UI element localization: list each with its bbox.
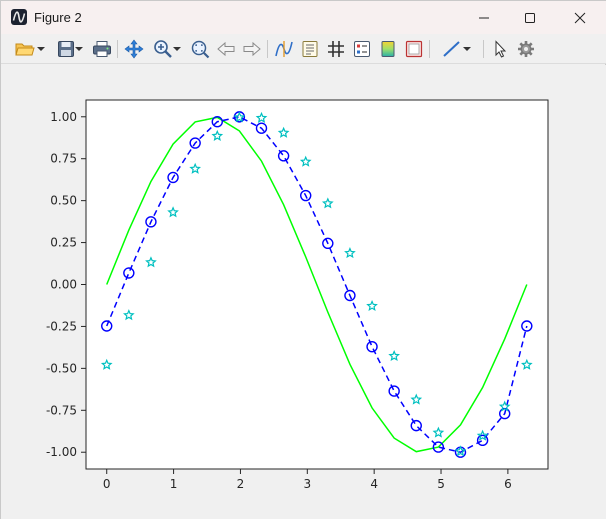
chevron-down-icon <box>75 47 83 51</box>
toolbar-separator <box>117 40 118 58</box>
legend-icon <box>354 41 370 57</box>
x-tick-label: 1 <box>170 477 178 491</box>
zoom-in-button[interactable] <box>149 38 185 60</box>
zoom-fit-button[interactable] <box>189 38 211 60</box>
window-title: Figure 2 <box>34 10 82 25</box>
y-tick-label: -0.25 <box>46 319 77 333</box>
y-tick-label: -1.00 <box>46 445 77 459</box>
colorbar-button[interactable] <box>377 38 399 60</box>
figure-canvas[interactable]: 0 1 2 3 4 5 6 1.00 0.75 0.50 0.25 0.00 -0.25 -0.50 -0.… <box>1 65 606 519</box>
figure-window: Figure 2 0 1 2 3 4 5 6 1.00 0.75 0.50 0.… <box>0 0 606 519</box>
y-tick-label: 1.00 <box>50 110 77 124</box>
x-tick-label: 3 <box>303 477 311 491</box>
chevron-down-icon <box>37 47 45 51</box>
y-tick-label: 0.50 <box>50 194 77 208</box>
pan-arrows-icon <box>124 39 144 59</box>
x-tick-label: 6 <box>504 477 512 491</box>
toolbar-separator <box>267 40 268 58</box>
minimize-button[interactable] <box>461 1 507 34</box>
maximize-button[interactable] <box>507 1 553 34</box>
zoom-fit-icon <box>191 40 210 59</box>
line-icon <box>443 41 460 57</box>
save-button[interactable] <box>53 38 87 60</box>
list-button[interactable] <box>299 38 321 60</box>
x-tick-label: 4 <box>370 477 378 491</box>
y-tick-label: -0.75 <box>46 403 77 417</box>
settings-button[interactable] <box>515 38 537 60</box>
toolbar-separator <box>483 40 484 58</box>
axes-box-icon <box>405 40 423 58</box>
grid-button[interactable] <box>325 38 347 60</box>
close-icon <box>574 12 586 23</box>
list-icon <box>302 41 318 57</box>
toolbar-separator <box>429 40 430 58</box>
zoom-in-icon <box>154 40 172 58</box>
folder-open-icon <box>15 43 35 56</box>
open-file-button[interactable] <box>11 38 49 60</box>
forward-button[interactable] <box>241 38 263 60</box>
printer-icon <box>93 41 111 57</box>
line-style-button[interactable] <box>435 38 477 60</box>
back-button[interactable] <box>215 38 237 60</box>
y-tick-label: 0.00 <box>50 278 77 292</box>
data-cursor-icon <box>275 41 293 57</box>
pointer-icon <box>495 40 507 58</box>
data-cursor-button[interactable] <box>273 38 295 60</box>
grid-icon <box>328 41 344 57</box>
figure-toolbar <box>1 34 606 64</box>
y-tick-label: -0.50 <box>46 361 77 375</box>
x-tick-label: 2 <box>237 477 245 491</box>
floppy-disk-icon <box>58 41 74 57</box>
minimize-icon <box>479 17 489 18</box>
colorbar-icon <box>381 41 395 57</box>
close-button[interactable] <box>557 1 603 34</box>
axes-box-button[interactable] <box>403 38 425 60</box>
select-button[interactable] <box>489 38 511 60</box>
print-button[interactable] <box>91 38 113 60</box>
pan-button[interactable] <box>123 38 145 60</box>
arrow-left-icon <box>217 41 235 57</box>
line-plot[interactable]: 0 1 2 3 4 5 6 1.00 0.75 0.50 0.25 0.00 -0.25 -0.50 -0.… <box>1 65 606 519</box>
legend-button[interactable] <box>351 38 373 60</box>
x-tick-label: 5 <box>437 477 445 491</box>
title-bar[interactable]: Figure 2 <box>1 1 606 34</box>
chevron-down-icon <box>173 47 181 51</box>
y-tick-label: 0.75 <box>50 152 77 166</box>
x-tick-label: 0 <box>103 477 111 491</box>
arrow-right-icon <box>243 41 261 57</box>
y-tick-label: 0.25 <box>50 236 77 250</box>
app-logo-icon <box>11 9 27 25</box>
maximize-icon <box>525 12 535 23</box>
gear-icon <box>518 41 534 57</box>
chevron-down-icon <box>463 47 471 51</box>
